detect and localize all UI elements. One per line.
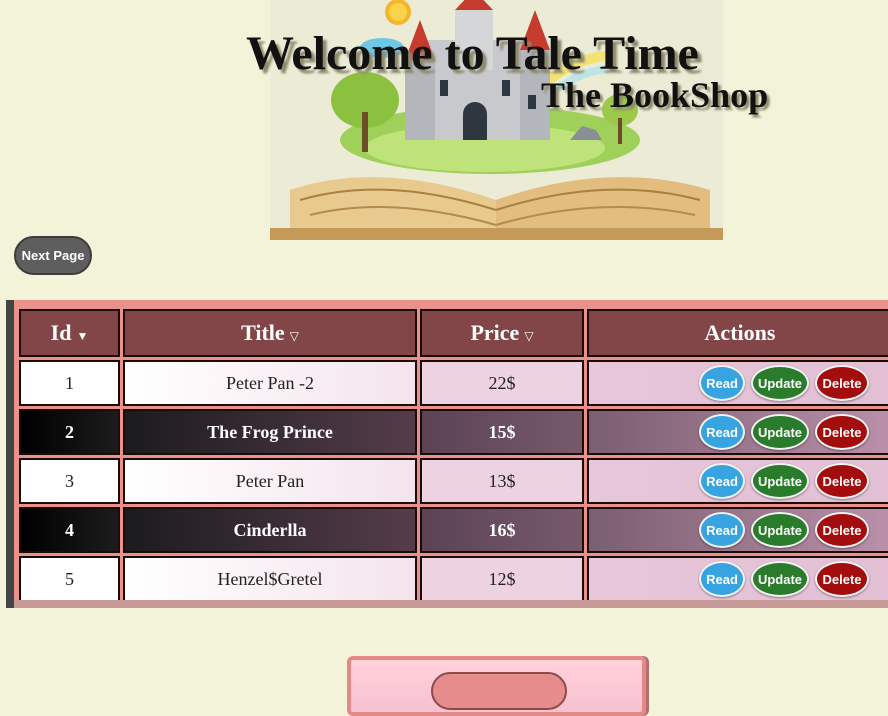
table-row: 3 Peter Pan 13$ Read Update Delete xyxy=(19,458,888,504)
delete-button[interactable]: Delete xyxy=(815,561,869,597)
update-button[interactable]: Update xyxy=(751,561,809,597)
read-button[interactable]: Read xyxy=(699,414,745,450)
column-header-actions: Actions xyxy=(587,309,888,357)
read-button[interactable]: Read xyxy=(699,512,745,548)
actions-cell: Read Update Delete xyxy=(587,556,888,602)
update-button[interactable]: Update xyxy=(751,414,809,450)
book-id-cell: 5 xyxy=(19,556,120,602)
column-header-title[interactable]: Title ▽ xyxy=(123,309,417,357)
book-price-cell: 15$ xyxy=(420,409,584,455)
delete-button[interactable]: Delete xyxy=(815,463,869,499)
sort-icon[interactable]: ▽ xyxy=(524,329,533,343)
column-header-label: Actions xyxy=(704,320,776,345)
update-button[interactable]: Update xyxy=(751,365,809,401)
book-title-cell: The Frog Prince xyxy=(123,409,417,455)
book-title-cell: Henzel$Gretel xyxy=(123,556,417,602)
book-price-cell: 22$ xyxy=(420,360,584,406)
book-title-cell: Peter Pan xyxy=(123,458,417,504)
read-button[interactable]: Read xyxy=(699,463,745,499)
actions-cell: Read Update Delete xyxy=(587,507,888,553)
books-table-container: Id ▼ Title ▽ Price ▽ Actions 1 Peter Pan -2… xyxy=(6,300,888,608)
column-header-label: Title xyxy=(241,320,285,345)
actions-cell: Read Update Delete xyxy=(587,458,888,504)
page-title: Welcome to Tale Time xyxy=(246,27,699,80)
read-button[interactable]: Read xyxy=(699,561,745,597)
table-header-row: Id ▼ Title ▽ Price ▽ Actions xyxy=(19,309,888,357)
delete-button[interactable]: Delete xyxy=(815,414,869,450)
column-header-id[interactable]: Id ▼ xyxy=(19,309,120,357)
update-button[interactable]: Update xyxy=(751,463,809,499)
actions-cell: Read Update Delete xyxy=(587,360,888,406)
add-book-button[interactable] xyxy=(431,672,567,710)
table-row: 4 Cinderlla 16$ Read Update Delete xyxy=(19,507,888,553)
update-button[interactable]: Update xyxy=(751,512,809,548)
book-price-cell: 12$ xyxy=(420,556,584,602)
books-table: Id ▼ Title ▽ Price ▽ Actions 1 Peter Pan -2… xyxy=(16,306,888,605)
column-header-price[interactable]: Price ▽ xyxy=(420,309,584,357)
actions-cell: Read Update Delete xyxy=(587,409,888,455)
add-book-card xyxy=(347,656,646,716)
page-subtitle: The BookShop xyxy=(541,75,769,115)
sort-down-icon[interactable]: ▼ xyxy=(76,329,88,343)
table-row: 2 The Frog Prince 15$ Read Update Delete xyxy=(19,409,888,455)
sort-icon[interactable]: ▽ xyxy=(290,329,299,343)
table-row: 1 Peter Pan -2 22$ Read Update Delete xyxy=(19,360,888,406)
book-title-cell: Cinderlla xyxy=(123,507,417,553)
book-price-cell: 13$ xyxy=(420,458,584,504)
book-title-cell: Peter Pan -2 xyxy=(123,360,417,406)
column-header-label: Price xyxy=(470,320,520,345)
column-header-label: Id xyxy=(50,320,72,345)
book-price-cell: 16$ xyxy=(420,507,584,553)
next-page-button[interactable]: Next Page xyxy=(14,236,92,275)
book-id-cell: 2 xyxy=(19,409,120,455)
delete-button[interactable]: Delete xyxy=(815,365,869,401)
table-row: 5 Henzel$Gretel 12$ Read Update Delete xyxy=(19,556,888,602)
delete-button[interactable]: Delete xyxy=(815,512,869,548)
read-button[interactable]: Read xyxy=(699,365,745,401)
book-id-cell: 1 xyxy=(19,360,120,406)
book-id-cell: 4 xyxy=(19,507,120,553)
book-id-cell: 3 xyxy=(19,458,120,504)
